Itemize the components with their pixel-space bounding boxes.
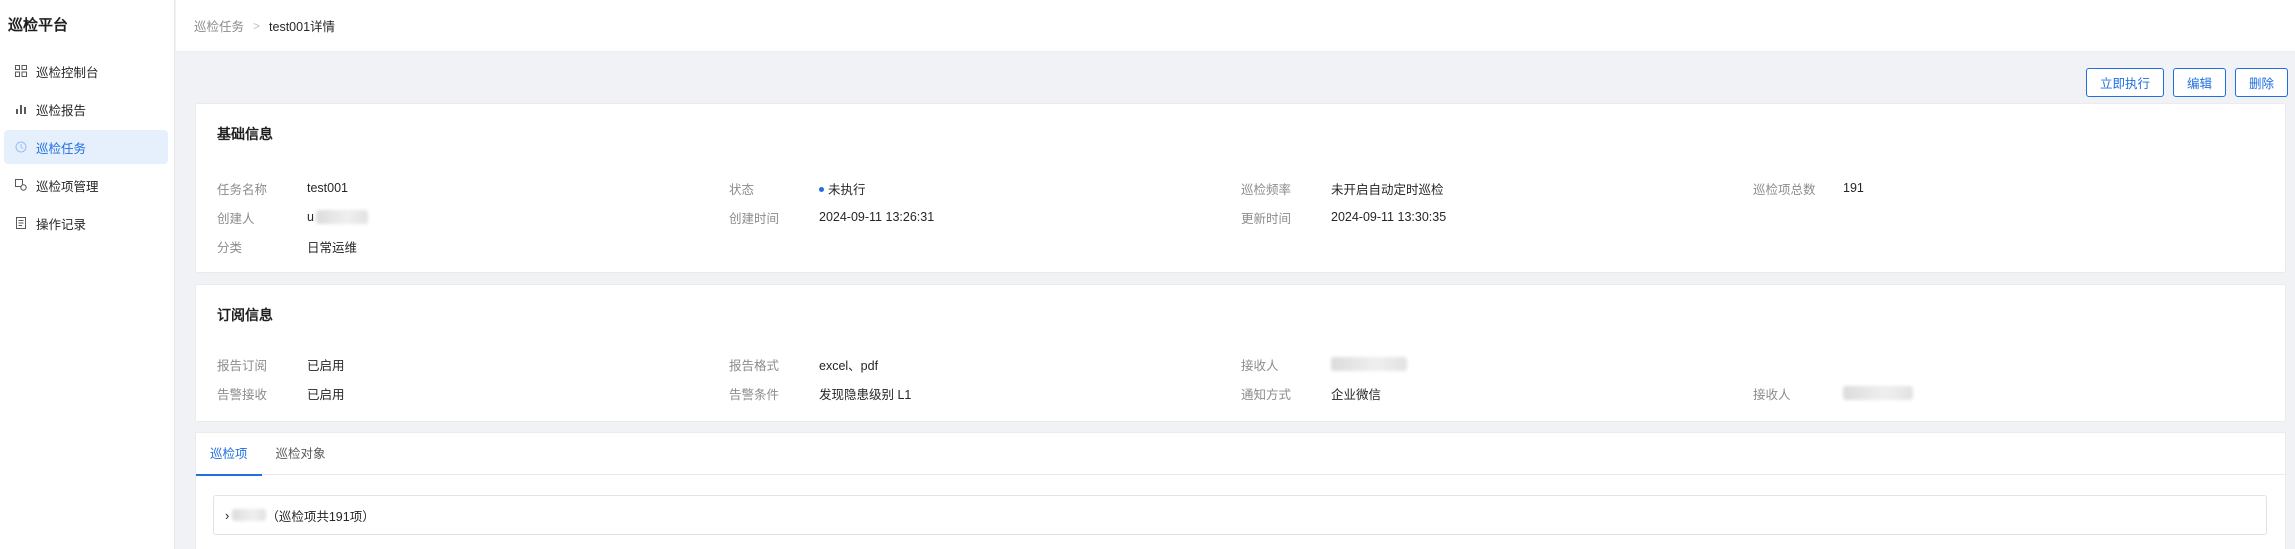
sidebar-item-operation-log[interactable]: 操作记录: [4, 206, 168, 240]
items-card: 巡检项 巡检对象 › （巡检项共191项）: [195, 432, 2286, 549]
receiver-label: 接收人: [1241, 358, 1279, 373]
notify-value: 企业微信: [1331, 387, 1382, 402]
receiver2-label: 接收人: [1753, 387, 1791, 402]
item-group-row[interactable]: › （巡检项共191项）: [213, 495, 2267, 535]
category-field: 分类 日常运维: [217, 237, 357, 255]
receiver2-value: [1843, 386, 1913, 401]
report-sub-label: 报告订阅: [217, 358, 268, 373]
sidebar-item-label: 操作记录: [36, 217, 87, 232]
clock-icon: [14, 140, 28, 154]
breadcrumb-current: test001详情: [269, 20, 336, 34]
run-now-button[interactable]: 立即执行: [2085, 68, 2164, 97]
sidebar-item-label: 巡检项管理: [36, 179, 99, 194]
action-toolbar: 立即执行 编辑 删除: [2085, 68, 2288, 97]
created-value: 2024-09-11 13:26:31: [819, 210, 935, 224]
item-manage-icon: [14, 178, 28, 192]
group-count-text: （巡检项共191项）: [266, 509, 375, 524]
subscription-card: 订阅信息 报告订阅 已启用 报告格式 excel、pdf 接收人 告警接收 已启…: [195, 284, 2286, 422]
sidebar-item-tasks[interactable]: 巡检任务: [4, 130, 168, 164]
total-field: 巡检项总数 191: [1753, 179, 1864, 197]
dashboard-icon: [14, 64, 28, 78]
redacted-creator: [315, 210, 368, 225]
subscription-title: 订阅信息: [217, 307, 273, 323]
updated-value: 2024-09-11 13:30:35: [1331, 210, 1447, 224]
created-field: 创建时间 2024-09-11 13:26:31: [729, 208, 934, 226]
edit-button[interactable]: 编辑: [2172, 68, 2226, 97]
top-header: 巡检任务 > test001详情: [176, 0, 2295, 52]
breadcrumb-parent[interactable]: 巡检任务: [194, 16, 244, 35]
report-sub-field: 报告订阅 已启用: [217, 355, 345, 373]
alert-recv-value: 已启用: [307, 387, 345, 402]
report-sub-value: 已启用: [307, 358, 345, 373]
sidebar-item-label: 巡检控制台: [36, 65, 99, 80]
status-field: 状态 未执行: [729, 179, 866, 197]
creator-field: 创建人 u: [217, 208, 368, 226]
frequency-value: 未开启自动定时巡检: [1331, 182, 1444, 197]
total-label: 巡检项总数: [1753, 182, 1816, 197]
updated-label: 更新时间: [1241, 211, 1292, 226]
alert-cond-field: 告警条件 发现隐患级别 L1: [729, 384, 911, 402]
sidebar-item-item-management[interactable]: 巡检项管理: [4, 168, 168, 202]
chevron-right-icon: ›: [225, 507, 230, 523]
app-title: 巡检平台: [8, 17, 69, 34]
status-value: 未执行: [819, 179, 866, 198]
sidebar-item-label: 巡检任务: [36, 141, 87, 156]
task-name-value: test001: [307, 181, 349, 195]
basic-info-card: 基础信息 任务名称 test001 状态 未执行 巡检频率 未开启自动定时巡检 …: [195, 103, 2286, 273]
alert-recv-field: 告警接收 已启用: [217, 384, 345, 402]
sidebar: 巡检平台 巡检控制台 巡检报告 巡检任务 巡检项管理 操作记录: [0, 0, 175, 549]
delete-button[interactable]: 删除: [2234, 68, 2288, 97]
bar-chart-icon: [14, 102, 28, 116]
status-dot-icon: [819, 186, 824, 192]
creator-label: 创建人: [217, 211, 255, 226]
redacted-receiver: [1331, 357, 1407, 372]
receiver2-field: 接收人: [1753, 384, 1913, 402]
tab-inspection-items[interactable]: 巡检项: [196, 433, 262, 476]
log-icon: [14, 216, 28, 230]
report-format-field: 报告格式 excel、pdf: [729, 355, 878, 373]
basic-info-title: 基础信息: [217, 126, 273, 142]
redacted-receiver2: [1843, 386, 1913, 401]
total-value: 191: [1843, 181, 1864, 195]
status-text: 未执行: [828, 182, 866, 197]
breadcrumb-separator: >: [253, 18, 261, 33]
task-name-field: 任务名称 test001: [217, 179, 348, 197]
report-format-value: excel、pdf: [819, 358, 879, 373]
category-value: 日常运维: [307, 240, 358, 255]
redacted-group-name: [232, 509, 267, 521]
report-format-label: 报告格式: [729, 358, 780, 373]
task-name-label: 任务名称: [217, 182, 268, 197]
alert-cond-value: 发现隐患级别 L1: [819, 387, 912, 402]
created-label: 创建时间: [729, 211, 780, 226]
category-label: 分类: [217, 240, 243, 255]
updated-field: 更新时间 2024-09-11 13:30:35: [1241, 208, 1446, 226]
alert-recv-label: 告警接收: [217, 387, 268, 402]
notify-field: 通知方式 企业微信: [1241, 384, 1381, 402]
tab-bar: 巡检项 巡检对象: [196, 433, 2285, 476]
receiver-value: [1331, 357, 1407, 372]
tab-inspection-objects[interactable]: 巡检对象: [262, 433, 340, 475]
sidebar-item-label: 巡检报告: [36, 103, 87, 118]
sidebar-item-reports[interactable]: 巡检报告: [4, 92, 168, 126]
alert-cond-label: 告警条件: [729, 387, 780, 402]
status-label: 状态: [729, 182, 755, 197]
notify-label: 通知方式: [1241, 387, 1292, 402]
sidebar-item-console[interactable]: 巡检控制台: [4, 54, 168, 88]
frequency-label: 巡检频率: [1241, 182, 1292, 197]
creator-value: u: [307, 210, 368, 225]
receiver-field: 接收人: [1241, 355, 1407, 373]
frequency-field: 巡检频率 未开启自动定时巡检: [1241, 179, 1444, 197]
